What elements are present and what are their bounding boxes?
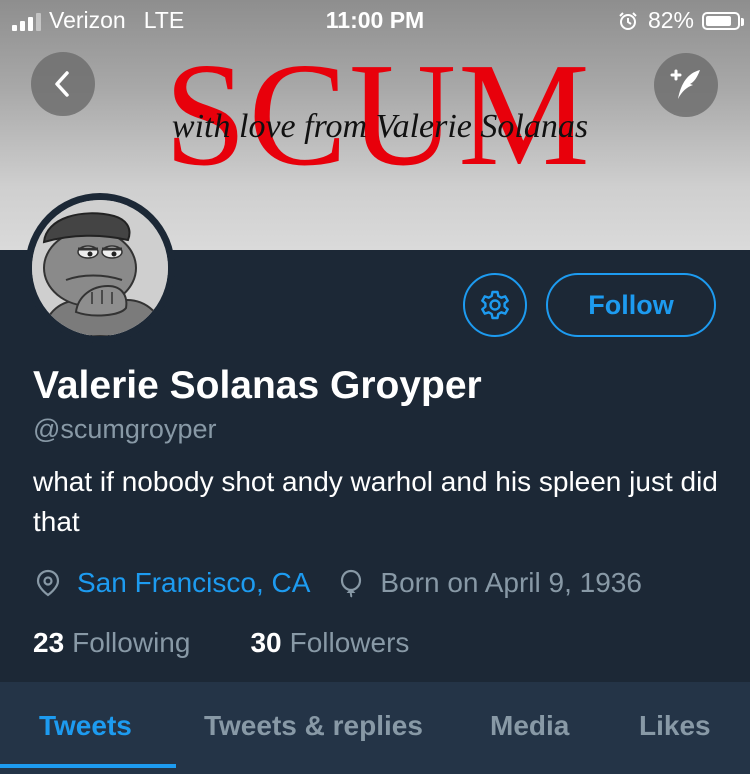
tab-media[interactable]: Media [490, 710, 569, 742]
follow-button[interactable]: Follow [546, 273, 716, 337]
groyper-avatar-image [32, 200, 168, 336]
status-right: 82% [618, 7, 744, 34]
alarm-icon [619, 11, 637, 30]
followers-count-link[interactable]: 30 Followers [250, 627, 409, 659]
following-count: 23 [33, 627, 65, 658]
profile-display-name: Valerie Solanas Groyper [33, 364, 482, 407]
following-label: Following [72, 627, 191, 658]
profile-settings-button[interactable] [463, 273, 527, 337]
tab-tweets[interactable]: Tweets [39, 710, 132, 742]
banner-subtitle: with love from Valerie Solanas [171, 108, 589, 145]
followers-label: Followers [289, 627, 410, 658]
profile-tabs: Tweets Tweets & replies Media Likes [0, 682, 750, 774]
location-link[interactable]: San Francisco, CA [77, 567, 310, 599]
birthday-item: Born on April 9, 1936 [336, 567, 642, 599]
battery-fill [706, 15, 731, 26]
following-count-link[interactable]: 23 Following [33, 627, 190, 659]
followers-count: 30 [250, 627, 282, 658]
compose-tweet-button[interactable] [654, 53, 718, 117]
avatar-frame [25, 193, 175, 343]
balloon-icon [341, 569, 362, 598]
profile-handle: @scumgroyper [33, 414, 217, 444]
tab-likes[interactable]: Likes [639, 710, 711, 742]
active-tab-indicator [0, 764, 176, 768]
profile-meta: San Francisco, CA Born on April 9, 1936 [33, 567, 642, 599]
compose-quill-icon [670, 69, 700, 99]
gear-icon [481, 290, 509, 320]
battery-percentage: 82% [647, 7, 694, 33]
tab-tweets-and-replies[interactable]: Tweets & replies [204, 710, 423, 742]
birthday-text: Born on April 9, 1936 [380, 567, 642, 598]
location-item[interactable]: San Francisco, CA [33, 567, 310, 599]
battery-icon [702, 11, 744, 30]
avatar[interactable] [32, 200, 168, 336]
profile-bio: what if nobody shot andy warhol and his … [33, 466, 718, 537]
back-button[interactable] [31, 52, 95, 116]
follow-counts: 23 Following 30 Followers [33, 627, 409, 659]
location-pin-icon [36, 569, 60, 597]
chevron-left-icon [55, 71, 69, 97]
